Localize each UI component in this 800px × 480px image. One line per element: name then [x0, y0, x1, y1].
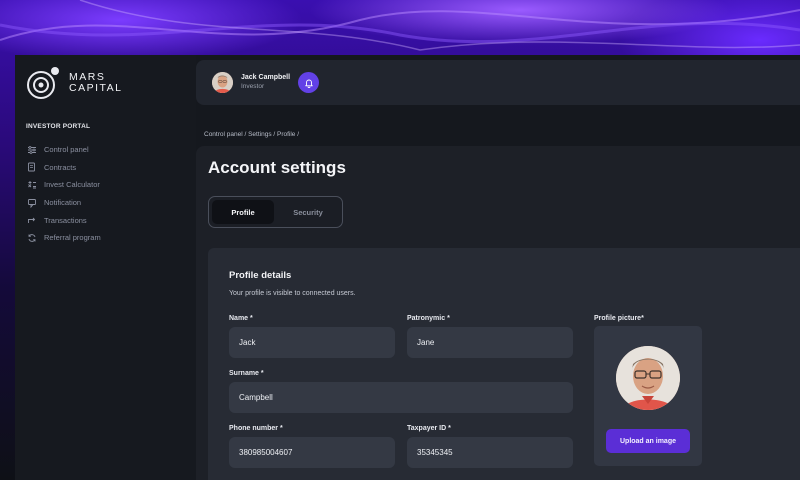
- phone-label: Phone number *: [229, 425, 283, 432]
- brand-name: MARS CAPITAL: [69, 72, 122, 94]
- profile-picture-box: Upload an image: [594, 326, 702, 466]
- refresh-icon: [27, 233, 37, 243]
- page-title: Account settings: [208, 158, 346, 177]
- sidebar-item-label: Transactions: [44, 215, 87, 225]
- main-panel: Account settings Profile Security Profil…: [196, 146, 800, 480]
- brand-logo[interactable]: MARS CAPITAL: [25, 65, 122, 101]
- background-swirl: [0, 0, 800, 51]
- sidebar-item-notification[interactable]: Notification: [27, 194, 101, 212]
- tab-security[interactable]: Security: [277, 200, 339, 224]
- sidebar-item-label: Notification: [44, 198, 82, 208]
- sidebar-item-label: Contracts: [44, 162, 77, 172]
- user-avatar[interactable]: [212, 72, 233, 93]
- user-role: Investor: [241, 83, 265, 90]
- upload-image-button[interactable]: Upload an image: [606, 429, 690, 453]
- surname-label: Surname *: [229, 370, 264, 377]
- sidebar-section-title: INVESTOR PORTAL: [26, 123, 91, 130]
- transfer-icon: [27, 215, 37, 225]
- surname-field[interactable]: Campbell: [229, 382, 573, 413]
- phone-field[interactable]: 380985004607: [229, 437, 395, 468]
- sidebar-item-transactions[interactable]: Transactions: [27, 211, 101, 229]
- profile-photo-icon: [616, 346, 680, 410]
- settings-tabs: Profile Security: [208, 196, 343, 228]
- sliders-icon: [27, 145, 37, 155]
- message-icon: [27, 198, 37, 208]
- tab-profile[interactable]: Profile: [212, 200, 274, 224]
- patronymic-field[interactable]: Jane: [407, 327, 573, 358]
- sidebar: MARS CAPITAL INVESTOR PORTAL Control pan…: [15, 55, 196, 480]
- taxpayer-field[interactable]: 35345345: [407, 437, 573, 468]
- calculator-icon: [27, 180, 37, 190]
- taxpayer-label: Taxpayer ID *: [407, 425, 451, 432]
- sidebar-nav: Control panel Contracts Invest Calculato…: [27, 141, 101, 247]
- sidebar-item-referral-program[interactable]: Referral program: [27, 229, 101, 247]
- sidebar-item-control-panel[interactable]: Control panel: [27, 141, 101, 159]
- sidebar-item-invest-calculator[interactable]: Invest Calculator: [27, 176, 101, 194]
- mars-logo-icon: [27, 67, 59, 99]
- brand-line2: CAPITAL: [69, 82, 123, 94]
- bell-icon: [304, 79, 313, 88]
- notifications-button[interactable]: [298, 72, 319, 93]
- user-name: Jack Campbell: [241, 74, 291, 81]
- name-label: Name *: [229, 315, 253, 322]
- sidebar-item-contracts[interactable]: Contracts: [27, 159, 101, 177]
- profile-details-card: Profile details Your profile is visible …: [208, 248, 800, 480]
- user-avatar-icon: [212, 72, 233, 93]
- profile-picture-label: Profile picture*: [594, 315, 644, 322]
- top-header: Jack Campbell Investor: [196, 60, 800, 105]
- name-field[interactable]: Jack: [229, 327, 395, 358]
- sidebar-item-label: Control panel: [44, 145, 89, 155]
- document-icon: [27, 162, 37, 172]
- card-subtitle: Your profile is visible to connected use…: [229, 290, 356, 297]
- app-window: MARS CAPITAL INVESTOR PORTAL Control pan…: [15, 55, 800, 480]
- profile-picture: [616, 346, 680, 410]
- sidebar-item-label: Invest Calculator: [44, 180, 100, 190]
- sidebar-item-label: Referral program: [44, 233, 101, 243]
- patronymic-label: Patronymic *: [407, 315, 450, 322]
- breadcrumb[interactable]: Control panel / Settings / Profile /: [204, 131, 299, 138]
- card-title: Profile details: [229, 270, 292, 281]
